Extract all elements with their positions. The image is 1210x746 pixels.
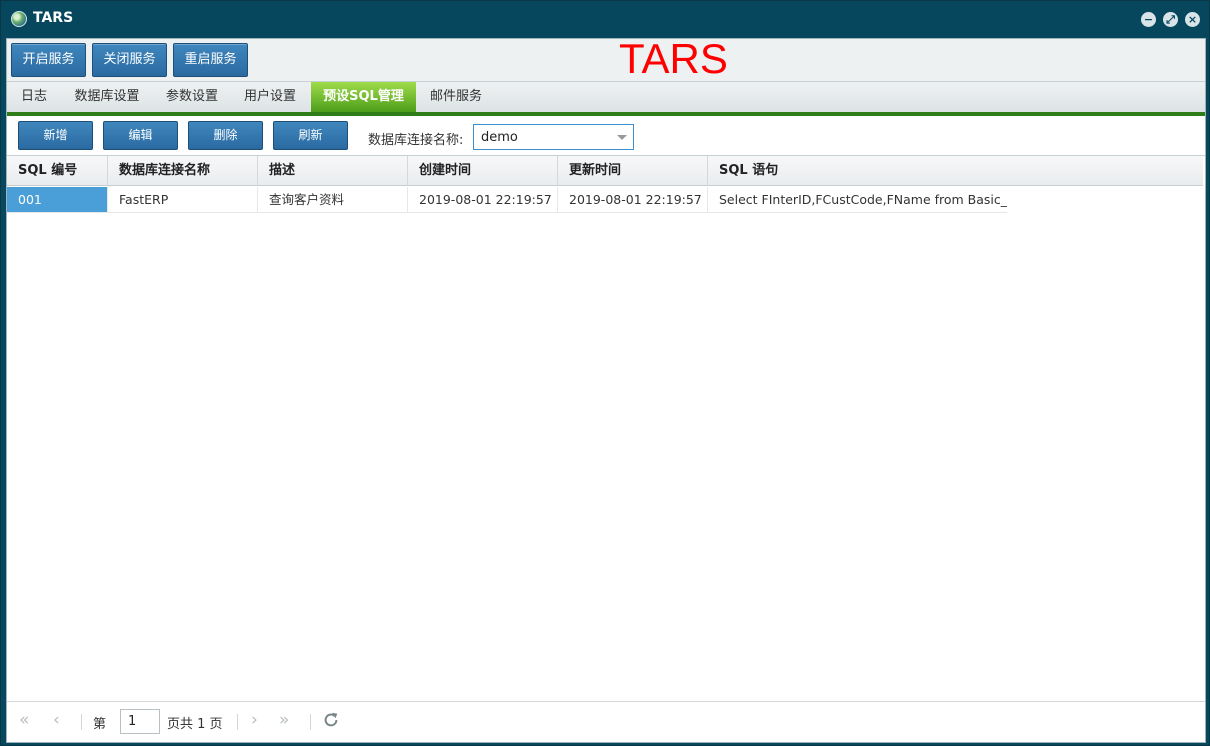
table-cell[interactable]: FastERP <box>108 187 258 213</box>
tab-parameter-settings[interactable]: 参数设置 <box>155 82 229 112</box>
separator <box>81 714 82 730</box>
main-panel: 开启服务 关闭服务 重启服务 TARS 日志 数据库设置 参数设置 用户设置 预… <box>6 35 1206 743</box>
chevron-down-icon <box>617 135 627 140</box>
tab-bar: 日志 数据库设置 参数设置 用户设置 预设SQL管理 邮件服务 <box>7 82 1205 116</box>
page-total: 页共 1 页 <box>167 717 223 732</box>
pagination-bar: « ‹ 第 1 页共 1 页 › » <box>7 701 1205 742</box>
service-toolbar: 开启服务 关闭服务 重启服务 TARS <box>7 35 1205 82</box>
maximize-icon[interactable]: ⤢ <box>1163 12 1178 27</box>
next-page-icon[interactable]: › <box>251 710 258 730</box>
column-header-updated[interactable]: 更新时间 <box>558 156 708 186</box>
table-header: SQL 编号 数据库连接名称 描述 创建时间 更新时间 SQL 语句 <box>7 156 1203 186</box>
column-header-sql[interactable]: SQL 语句 <box>708 156 1203 186</box>
first-page-icon[interactable]: « <box>19 710 29 730</box>
tab-user-settings[interactable]: 用户设置 <box>233 82 307 112</box>
edit-button[interactable]: 编辑 <box>103 121 178 150</box>
prev-page-icon[interactable]: ‹ <box>53 710 60 730</box>
table-cell[interactable]: 2019-08-01 22:19:57 <box>558 187 708 213</box>
app-window: TARS − ⤢ × 开启服务 关闭服务 重启服务 TARS 日志 数据库设置 … <box>0 0 1210 746</box>
column-header-sql-id[interactable]: SQL 编号 <box>7 156 108 186</box>
add-button[interactable]: 新增 <box>18 121 93 150</box>
close-icon[interactable]: × <box>1185 12 1200 27</box>
tab-log[interactable]: 日志 <box>9 82 59 112</box>
stop-service-button[interactable]: 关闭服务 <box>92 43 167 77</box>
title-bar: TARS − ⤢ × <box>1 1 1209 37</box>
refresh-button[interactable]: 刷新 <box>273 121 348 150</box>
separator <box>237 714 238 730</box>
action-toolbar: 新增 编辑 删除 刷新 数据库连接名称: demo <box>7 117 1205 155</box>
page-number-input[interactable]: 1 <box>120 709 160 734</box>
restart-service-button[interactable]: 重启服务 <box>173 43 248 77</box>
last-page-icon[interactable]: » <box>279 710 289 730</box>
table-cell[interactable]: Select FInterID,FCustCode,FName from Bas… <box>708 187 1007 213</box>
column-header-created[interactable]: 创建时间 <box>408 156 558 186</box>
table-cell[interactable]: 2019-08-01 22:19:57 <box>408 187 558 213</box>
tab-mail-service[interactable]: 邮件服务 <box>419 82 493 112</box>
sql-table: SQL 编号 数据库连接名称 描述 创建时间 更新时间 SQL 语句 001 F… <box>7 155 1205 701</box>
connection-select-value: demo <box>481 130 518 145</box>
app-title: TARS <box>619 35 728 82</box>
table-cell[interactable]: 001 <box>7 187 108 213</box>
tab-database-settings[interactable]: 数据库设置 <box>63 82 151 112</box>
connection-label: 数据库连接名称: <box>368 133 464 148</box>
column-header-description[interactable]: 描述 <box>258 156 408 186</box>
start-service-button[interactable]: 开启服务 <box>11 43 86 77</box>
table-cell[interactable]: 查询客户资料 <box>258 187 408 213</box>
page-prefix: 第 <box>93 717 107 732</box>
separator <box>310 714 311 730</box>
connection-select[interactable]: demo <box>473 124 634 150</box>
tab-preset-sql[interactable]: 预设SQL管理 <box>311 82 416 112</box>
minimize-icon[interactable]: − <box>1141 12 1156 27</box>
globe-icon <box>11 11 27 27</box>
table-row[interactable]: 001 FastERP 查询客户资料 2019-08-01 22:19:57 2… <box>7 187 1007 213</box>
window-title: TARS <box>33 10 74 26</box>
reload-icon[interactable] <box>322 711 340 729</box>
delete-button[interactable]: 删除 <box>188 121 263 150</box>
column-header-connection[interactable]: 数据库连接名称 <box>108 156 258 186</box>
